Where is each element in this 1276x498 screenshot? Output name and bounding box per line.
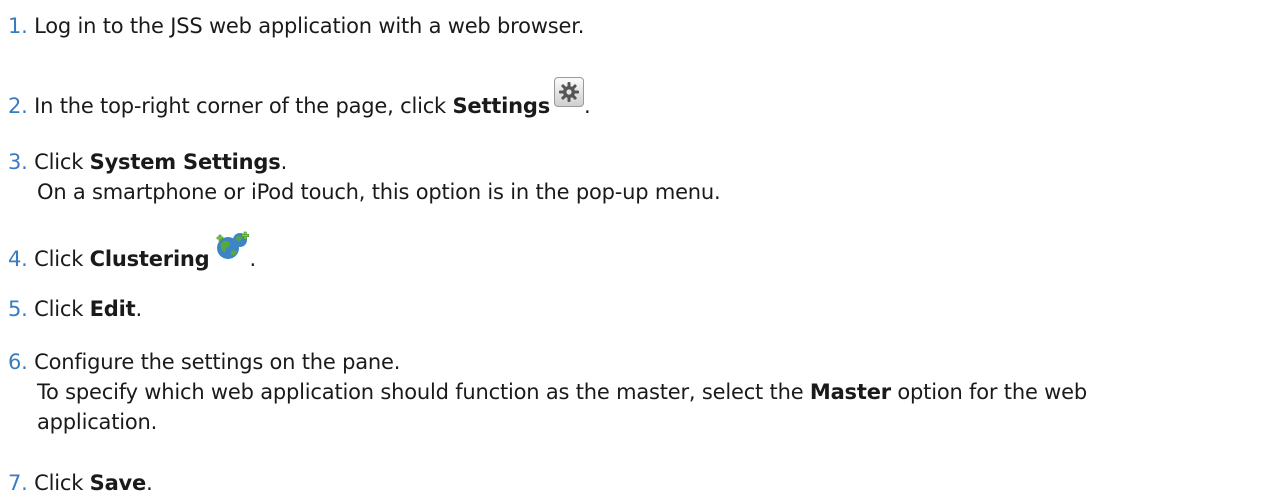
edit-label: Edit [89, 297, 136, 321]
note-text-before: To specify which web application should … [37, 380, 810, 404]
step-number: 6. [8, 350, 28, 374]
step-number: 4. [8, 247, 28, 271]
step-note-continued: application. [37, 410, 158, 434]
step-text-before: Click [34, 297, 90, 321]
step-number: 1. [8, 14, 28, 38]
step-1: 1. Log in to the JSS web application wit… [8, 11, 1268, 41]
step-6: 6. Configure the settings on the pane. T… [8, 347, 1268, 437]
step-number: 5. [8, 297, 28, 321]
step-note: To specify which web application should … [8, 377, 1268, 407]
step-text-before: Click [34, 150, 90, 174]
globe-cluster-icon [214, 231, 250, 269]
step-text: Configure the settings on the pane. [34, 350, 401, 374]
step-text-before: Click [34, 247, 90, 271]
step-7: 7. Click Save. [8, 468, 1268, 498]
master-label: Master [809, 380, 891, 404]
step-4: 4. Click Clustering . [8, 231, 1268, 279]
step-text-after: . [135, 297, 142, 321]
procedure-steps: 1. Log in to the JSS web application wit… [0, 0, 1276, 498]
step-2: 2. In the top-right corner of the page, … [8, 77, 1268, 121]
step-text-before: In the top-right corner of the page, cli… [34, 94, 453, 118]
settings-label: Settings [452, 94, 551, 118]
step-text: Log in to the JSS web application with a… [34, 14, 585, 38]
system-settings-label: System Settings [89, 150, 281, 174]
step-5: 5. Click Edit. [8, 294, 1268, 324]
save-label: Save [89, 471, 147, 495]
step-text-after: . [584, 94, 591, 118]
step-number: 2. [8, 94, 28, 118]
note-text-after: option for the web [890, 380, 1087, 404]
step-text-after: . [249, 247, 257, 271]
step-note: On a smartphone or iPod touch, this opti… [37, 180, 721, 204]
step-text-after: . [280, 150, 288, 174]
step-text-after: . [146, 471, 153, 495]
step-number: 7. [8, 471, 28, 495]
gear-icon [554, 77, 585, 107]
step-text-before: Click [34, 471, 90, 495]
step-number: 3. [8, 150, 28, 174]
step-3: 3. Click System Settings. On a smartphon… [8, 147, 1268, 207]
clustering-label: Clustering [89, 247, 210, 271]
